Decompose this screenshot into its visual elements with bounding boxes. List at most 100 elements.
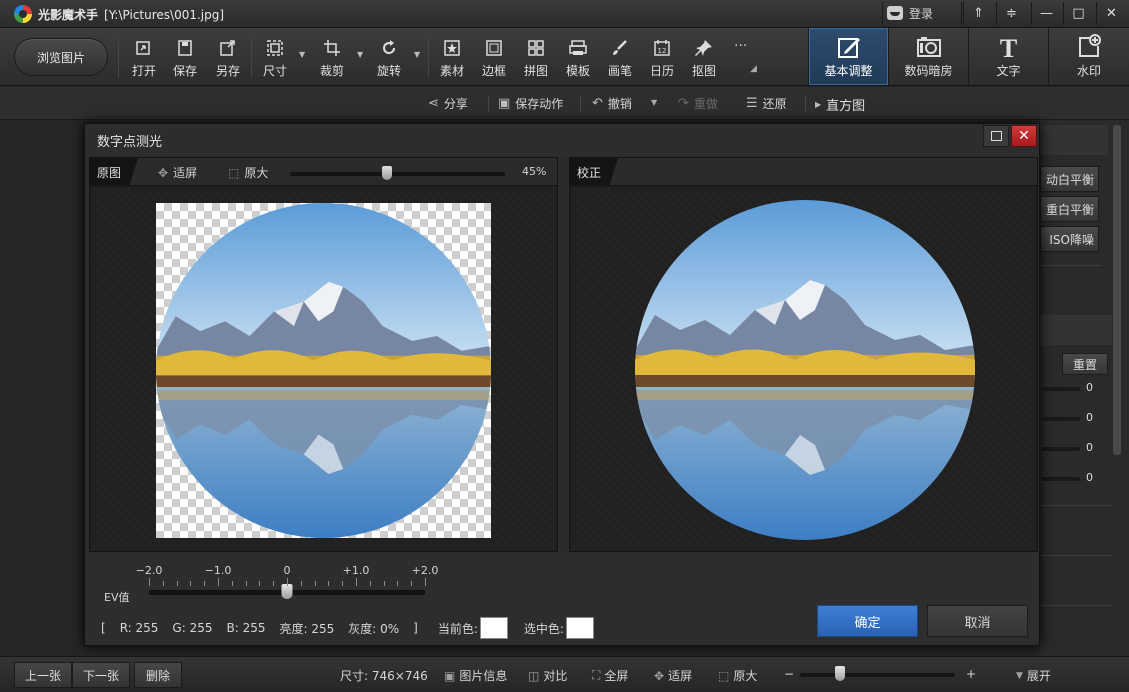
tool-label: 裁剪	[319, 64, 344, 78]
tool-label: 模板	[565, 64, 590, 78]
tool-frame[interactable]: 边框	[474, 38, 514, 82]
original-photo[interactable]	[156, 203, 491, 538]
tool-calendar[interactable]: 12 日历	[642, 38, 682, 82]
fit-screen-button[interactable]: ✥ 适屏	[158, 164, 197, 181]
undo-dropdown-icon[interactable]: ▼	[651, 98, 657, 107]
panel-divider	[1040, 555, 1112, 556]
slider-track[interactable]	[1042, 417, 1080, 421]
redo-icon: ↷	[678, 96, 689, 111]
ev-tick	[259, 581, 261, 586]
calendar-number: 12	[658, 47, 667, 55]
tool-label: 打开	[131, 64, 156, 78]
browse-images-button[interactable]: 浏览图片	[14, 38, 108, 76]
ev-tick	[287, 578, 288, 586]
tool-save[interactable]: 保存	[165, 38, 205, 82]
r-value: R: 255	[119, 621, 159, 635]
dialog-maximize-button[interactable]	[983, 125, 1009, 147]
tool-crop[interactable]: 裁剪	[312, 38, 352, 82]
zoom-in-button[interactable]: +	[966, 667, 976, 681]
minimize-button[interactable]: —	[1031, 2, 1061, 25]
cutout-icon	[694, 38, 714, 58]
reset-button[interactable]: 重置	[1062, 353, 1108, 375]
skin-button[interactable]: ⇑	[963, 2, 993, 25]
ev-tick	[356, 578, 357, 586]
tab-basic-adjust[interactable]: 基本调整	[808, 28, 888, 85]
tool-save-as[interactable]: 另存	[208, 38, 248, 82]
share-button[interactable]: ⋖ 分享	[428, 95, 468, 112]
tab-digital-darkroom[interactable]: 数码暗房	[888, 28, 968, 85]
crop-dropdown-icon[interactable]: ▼	[357, 50, 363, 59]
status-zoom-track[interactable]	[800, 673, 955, 677]
resize-dropdown-icon[interactable]: ▼	[299, 50, 305, 59]
ev-tick	[328, 581, 330, 586]
white-balance-button[interactable]: 重白平衡	[1040, 196, 1099, 222]
login-button[interactable]: 登录	[882, 2, 962, 24]
histogram-toggle[interactable]: ▶ 直方图	[815, 95, 865, 114]
restore-icon: ☰	[746, 96, 758, 111]
slider-track[interactable]	[1042, 477, 1080, 481]
delete-button[interactable]: 删除	[134, 662, 182, 688]
tool-cutout[interactable]: 抠图	[684, 38, 724, 82]
corrected-pane-header: 校正	[570, 158, 1037, 186]
image-info-button[interactable]: ▣ 图片信息	[444, 667, 507, 684]
tool-brush[interactable]: 画笔	[600, 38, 640, 82]
actual-size-button[interactable]: ⬚ 原大	[228, 164, 268, 181]
tool-resize[interactable]: 尺寸	[255, 38, 295, 82]
tool-rotate[interactable]: 旋转	[369, 38, 409, 82]
tab-text[interactable]: T 文字	[968, 28, 1048, 85]
toolbar-divider	[428, 38, 429, 78]
close-button[interactable]: ✕	[1096, 2, 1126, 25]
status-zoom-thumb[interactable]	[835, 666, 845, 681]
tab-watermark[interactable]: 水印	[1048, 28, 1129, 85]
rotate-dropdown-icon[interactable]: ▼	[414, 50, 420, 59]
undo-button[interactable]: ↶ 撤销	[592, 95, 632, 112]
resize-icon	[265, 38, 285, 58]
actual-size-icon: ⬚	[228, 165, 240, 180]
material-icon	[442, 38, 462, 58]
selected-color-label: 选中色:	[523, 621, 564, 636]
next-image-button[interactable]: 下一张	[72, 662, 130, 688]
ev-tick	[369, 581, 371, 586]
bracket: [	[101, 621, 106, 635]
more-tools-button[interactable]: ···	[734, 38, 747, 54]
tool-label: 尺寸	[262, 64, 287, 78]
ev-tick-label: −2.0	[135, 564, 163, 577]
restore-button[interactable]: ☰ 还原	[746, 95, 787, 112]
tool-open[interactable]: 打开	[124, 38, 164, 82]
fullscreen-button[interactable]: ⛶ 全屏	[592, 667, 628, 684]
auto-white-balance-button[interactable]: 动白平衡	[1040, 166, 1099, 192]
slider-track[interactable]	[1042, 447, 1080, 451]
fit-screen-status-button[interactable]: ✥ 适屏	[654, 667, 692, 684]
actual-size-status-button[interactable]: ⬚ 原大	[718, 667, 757, 684]
original-image-area[interactable]	[92, 188, 555, 550]
iso-denoise-button[interactable]: ISO降噪	[1040, 226, 1099, 252]
ev-tick	[383, 581, 385, 586]
prev-image-button[interactable]: 上一张	[14, 662, 72, 688]
collage-icon	[526, 38, 546, 58]
compare-button[interactable]: ◫ 对比	[528, 667, 567, 684]
tool-material[interactable]: 素材	[432, 38, 472, 82]
undo-label: 撤销	[607, 97, 632, 111]
ev-slider-thumb[interactable]	[281, 584, 293, 599]
panel-scrollbar[interactable]	[1113, 125, 1121, 455]
tool-collage[interactable]: 拼图	[516, 38, 556, 82]
maximize-button[interactable]: □	[1063, 2, 1093, 25]
watermark-icon	[1076, 34, 1102, 62]
spot-metering-dialog: 数字点测光 ✕ 原图 ✥ 适屏 ⬚ 原大 45% 校正 EV值 −2.0 −1.…	[84, 123, 1040, 646]
more-corner-icon[interactable]: ◢	[750, 64, 757, 74]
ok-button[interactable]: 确定	[817, 605, 918, 637]
zoom-slider-thumb[interactable]	[381, 166, 392, 180]
expand-button[interactable]: ▼ 展开	[1016, 667, 1051, 684]
original-pane: 原图 ✥ 适屏 ⬚ 原大 45%	[89, 157, 558, 552]
dialog-close-button[interactable]: ✕	[1011, 125, 1037, 147]
zoom-slider-track[interactable]	[290, 172, 505, 176]
slider-track[interactable]	[1042, 387, 1080, 391]
menu-button[interactable]: ≑	[996, 2, 1026, 25]
save-icon	[175, 38, 195, 58]
cancel-button[interactable]: 取消	[927, 605, 1028, 637]
panel-divider	[1040, 505, 1112, 506]
tool-template[interactable]: 模板	[558, 38, 598, 82]
zoom-out-button[interactable]: −	[784, 667, 794, 681]
redo-button[interactable]: ↷ 重做	[678, 95, 718, 112]
save-action-button[interactable]: ▣ 保存动作	[498, 95, 563, 112]
